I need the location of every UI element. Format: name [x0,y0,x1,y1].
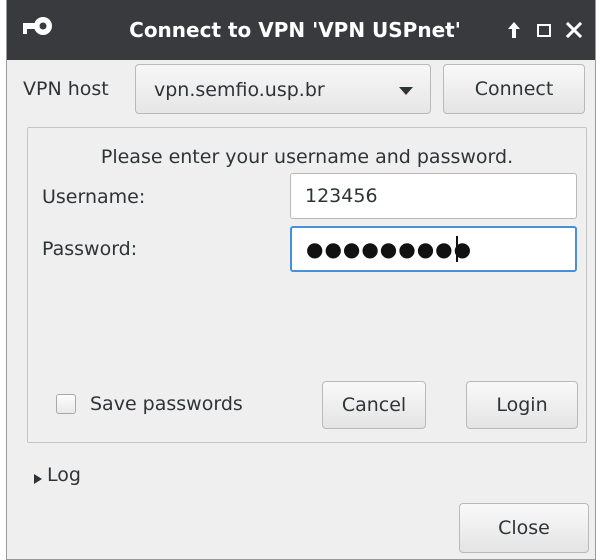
log-label: Log [47,464,81,486]
vpn-host-label: VPN host [23,78,109,100]
credentials-panel: Please enter your username and password.… [27,127,587,443]
login-button[interactable]: Login [466,381,578,429]
pin-icon[interactable] [501,17,527,43]
save-passwords-checkbox[interactable] [56,394,76,414]
password-mask: ●●●●●●●●● [306,237,473,261]
connect-button[interactable]: Connect [443,64,585,114]
close-icon[interactable] [561,17,587,43]
expander-arrow-icon [33,470,43,484]
username-label: Username: [42,186,146,208]
vpn-host-value: vpn.semfio.usp.br [154,79,325,101]
save-passwords-label[interactable]: Save passwords [90,389,243,419]
username-value: 123456 [305,185,378,207]
cancel-button[interactable]: Cancel [322,381,426,429]
password-field[interactable]: ●●●●●●●●● [290,226,577,272]
vpn-login-dialog: Connect to VPN 'VPN USPnet' VPN host vpn… [6,0,596,560]
window-title: Connect to VPN 'VPN USPnet' [129,18,461,42]
username-field[interactable]: 123456 [290,173,577,219]
credentials-prompt: Please enter your username and password. [100,146,514,168]
close-button[interactable]: Close [459,503,589,553]
password-label: Password: [42,238,138,260]
key-icon [17,14,59,44]
titlebar[interactable]: Connect to VPN 'VPN USPnet' [7,0,595,60]
chevron-down-icon [398,83,414,97]
maximize-icon[interactable] [531,17,557,43]
vpn-host-dropdown[interactable]: vpn.semfio.usp.br [135,64,431,114]
text-cursor [456,236,458,262]
